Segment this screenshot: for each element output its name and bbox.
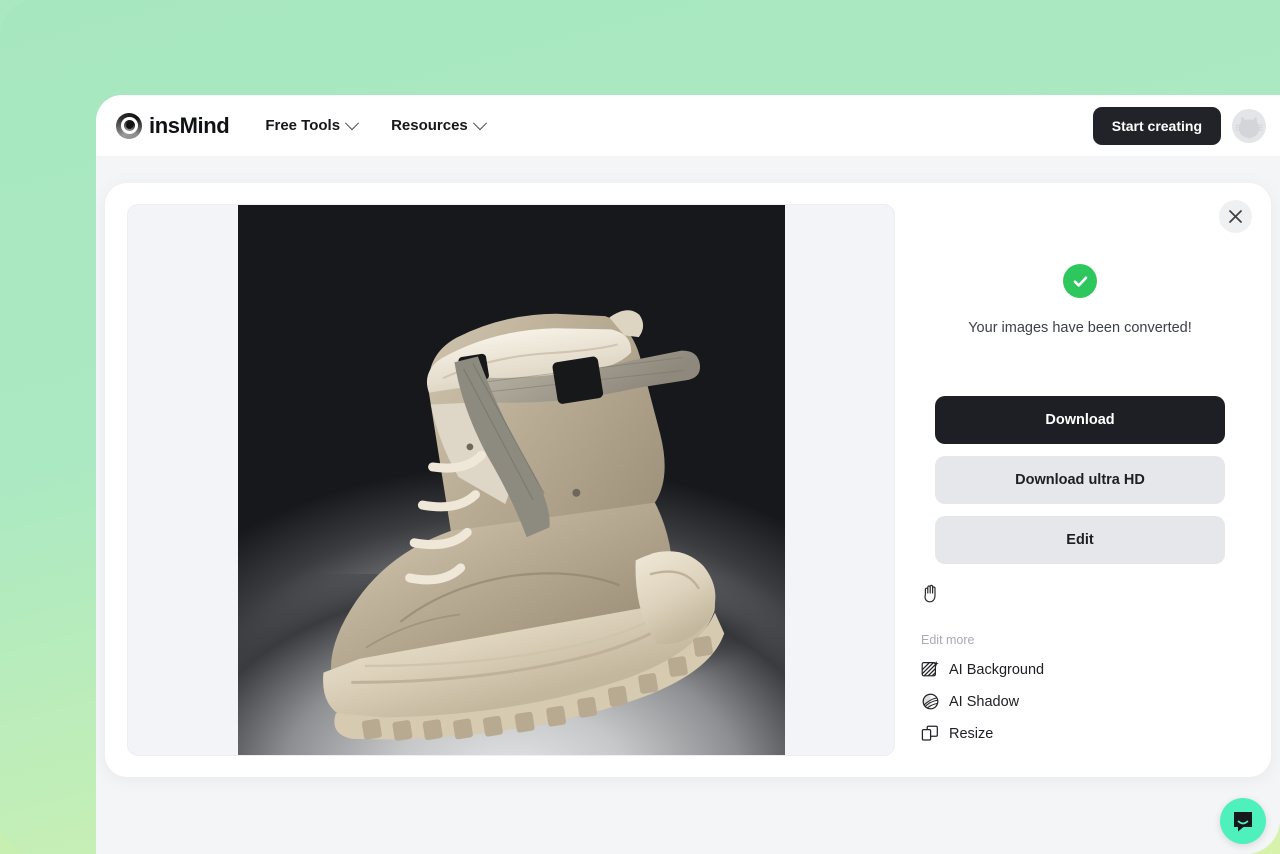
chat-widget-button[interactable] bbox=[1220, 798, 1266, 844]
nav-item-free-tools[interactable]: Free Tools bbox=[265, 115, 360, 134]
ai-shadow-icon bbox=[922, 693, 939, 710]
success-block: Your images have been converted! bbox=[911, 264, 1249, 336]
edit-button[interactable]: Edit bbox=[935, 516, 1225, 564]
edit-more-item-ai-shadow[interactable]: AI Shadow bbox=[921, 692, 1249, 711]
check-circle-icon bbox=[1063, 264, 1097, 298]
result-side-panel: Your images have been converted! Downloa… bbox=[911, 204, 1249, 756]
app-surface: insMind Free Tools Resources Start creat… bbox=[96, 95, 1280, 854]
edit-more-label: Edit more bbox=[921, 633, 975, 647]
start-creating-button[interactable]: Start creating bbox=[1092, 106, 1221, 145]
avatar[interactable] bbox=[1232, 108, 1266, 143]
edit-more-item-label: AI Background bbox=[949, 661, 1045, 678]
download-button[interactable]: Download bbox=[935, 396, 1225, 444]
nav-item-resources[interactable]: Resources bbox=[391, 115, 487, 134]
success-message: Your images have been converted! bbox=[968, 320, 1192, 336]
sneaker-illustration bbox=[322, 310, 724, 741]
edit-more-item-label: AI Shadow bbox=[949, 693, 1020, 710]
download-ultra-hd-button[interactable]: Download ultra HD bbox=[935, 456, 1225, 504]
concentric-circles-logo-icon bbox=[116, 112, 142, 139]
cat-avatar-icon bbox=[1232, 108, 1266, 143]
top-navigation-bar: insMind Free Tools Resources Start creat… bbox=[96, 95, 1280, 156]
chevron-down-icon bbox=[472, 115, 487, 130]
brand-logo-link[interactable]: insMind bbox=[116, 112, 230, 139]
chevron-down-icon bbox=[344, 115, 360, 130]
resize-icon bbox=[921, 725, 938, 741]
edit-more-item-resize[interactable]: Resize bbox=[921, 724, 1249, 743]
page-frame: insMind Free Tools Resources Start creat… bbox=[0, 0, 1280, 854]
ai-background-icon bbox=[921, 661, 939, 677]
edit-more-item-ai-background[interactable]: AI Background bbox=[921, 660, 1249, 679]
grab-hand-icon bbox=[924, 584, 936, 603]
image-preview-panel[interactable] bbox=[127, 204, 895, 756]
edit-more-item-label: Resize bbox=[949, 725, 994, 742]
nav-item-label: Resources bbox=[391, 117, 468, 134]
result-modal: Your images have been converted! Downloa… bbox=[105, 183, 1271, 777]
brand-name: insMind bbox=[149, 112, 230, 138]
topbar-right-group: Start creating bbox=[1092, 106, 1266, 145]
converted-image bbox=[237, 205, 785, 755]
nav-item-label: Free Tools bbox=[265, 117, 341, 134]
chat-bubble-smile-icon bbox=[1234, 812, 1252, 832]
